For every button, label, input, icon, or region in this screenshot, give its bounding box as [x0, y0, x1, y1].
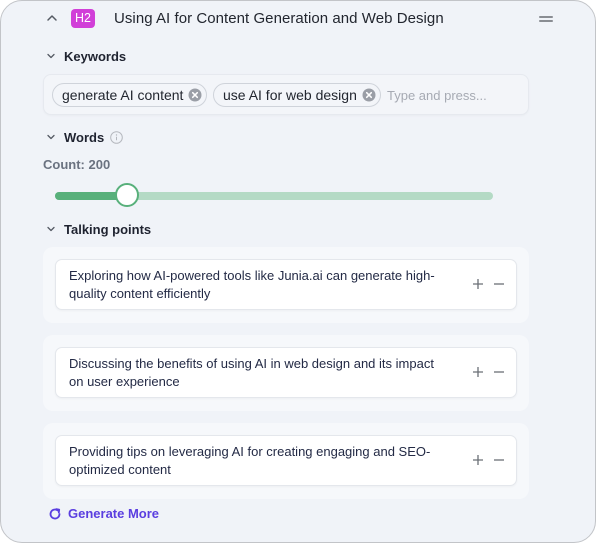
keywords-field: generate AI content use AI for web desig…: [43, 74, 529, 115]
keyword-input[interactable]: [387, 85, 522, 105]
generate-more-button[interactable]: Generate More: [48, 506, 159, 521]
keyword-chip-text: generate AI content: [62, 87, 184, 103]
section-header: H2 Using AI for Content Generation and W…: [1, 1, 595, 37]
plus-icon[interactable]: [472, 278, 484, 290]
remove-keyword-icon[interactable]: [188, 88, 202, 102]
section-panel: H2 Using AI for Content Generation and W…: [0, 0, 596, 543]
word-count-label: Count: 200: [43, 157, 111, 172]
chevron-down-icon: [47, 53, 55, 59]
talking-point-card: Discussing the benefits of using AI in w…: [55, 347, 517, 398]
minus-icon[interactable]: [493, 366, 505, 378]
heading-level-badge: H2: [71, 9, 95, 28]
keywords-label: Keywords: [64, 48, 127, 64]
talking-point-item: Discussing the benefits of using AI in w…: [43, 335, 529, 411]
drag-handle-icon[interactable]: [539, 16, 553, 24]
talking-point-card: Providing tips on leveraging AI for crea…: [55, 435, 517, 486]
keyword-chip-text: use AI for web design: [223, 87, 357, 103]
minus-icon[interactable]: [493, 278, 505, 290]
talking-point-text[interactable]: Exploring how AI-powered tools like Juni…: [69, 267, 444, 303]
plus-icon[interactable]: [472, 366, 484, 378]
talking-points-label: Talking points: [64, 221, 152, 237]
talking-point-item: Providing tips on leveraging AI for crea…: [43, 423, 529, 499]
chevron-down-icon: [47, 134, 55, 140]
words-toggle[interactable]: Words: [45, 128, 124, 146]
generate-more-label: Generate More: [68, 506, 160, 521]
talking-point-text[interactable]: Discussing the benefits of using AI in w…: [69, 355, 444, 391]
keyword-chip: use AI for web design: [213, 83, 381, 107]
refresh-icon: [49, 507, 61, 519]
talking-point-text[interactable]: Providing tips on leveraging AI for crea…: [69, 443, 444, 479]
chevron-down-icon: [47, 226, 55, 232]
words-label: Words: [64, 129, 105, 145]
keywords-toggle[interactable]: Keywords: [45, 47, 126, 65]
slider-thumb[interactable]: [115, 183, 140, 207]
minus-icon[interactable]: [493, 454, 505, 466]
chevron-up-icon[interactable]: [45, 11, 59, 25]
section-title[interactable]: Using AI for Content Generation and Web …: [114, 10, 444, 27]
keyword-chip: generate AI content: [52, 83, 208, 107]
talking-point-card: Exploring how AI-powered tools like Juni…: [55, 259, 517, 310]
word-count-slider[interactable]: [55, 183, 493, 207]
remove-keyword-icon[interactable]: [362, 88, 376, 102]
talking-point-item: Exploring how AI-powered tools like Juni…: [43, 247, 529, 323]
talking-points-toggle[interactable]: Talking points: [45, 220, 151, 238]
plus-icon[interactable]: [472, 454, 484, 466]
info-icon[interactable]: [110, 130, 124, 144]
